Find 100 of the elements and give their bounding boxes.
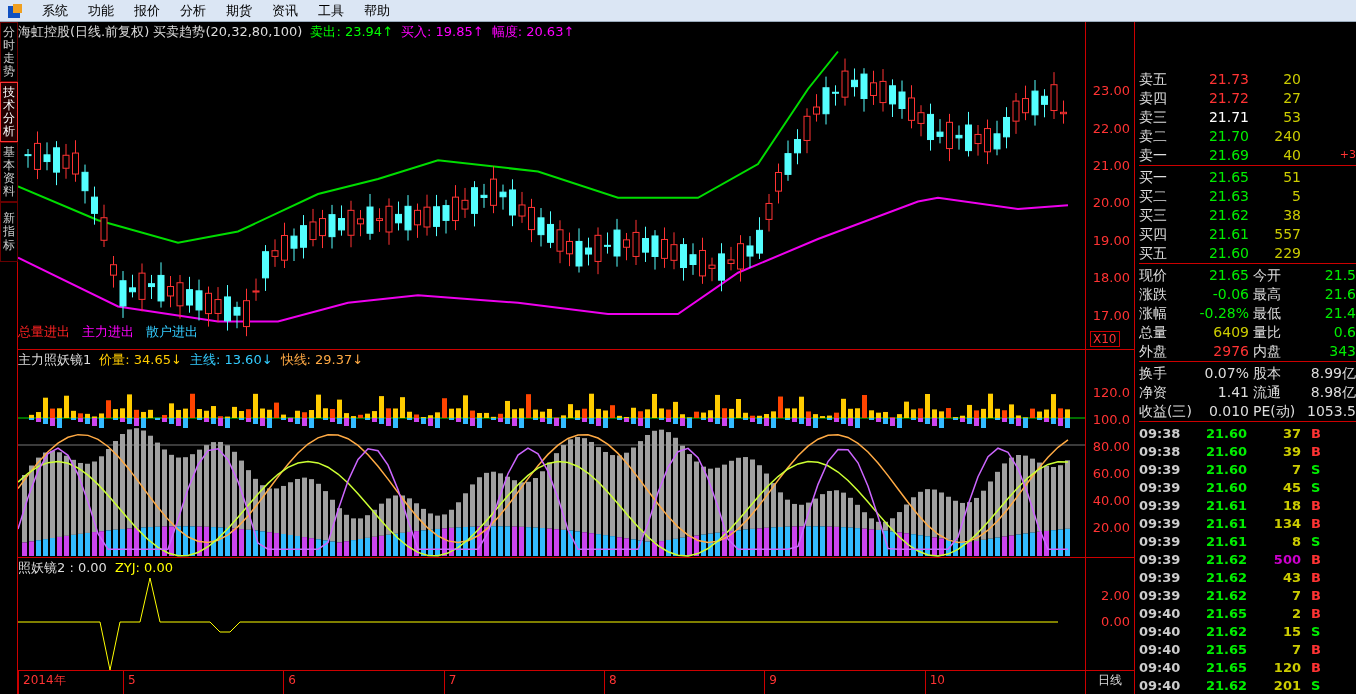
- quote-label: 最高: [1253, 286, 1282, 301]
- tick-price: 21.65: [1204, 606, 1247, 620]
- menu-item[interactable]: 功能: [88, 0, 114, 21]
- time-axis-label: 7: [443, 671, 604, 694]
- quote-value: 21.5: [1323, 267, 1356, 282]
- tick-side: B: [1311, 588, 1321, 602]
- quote-value: 1053.5: [1306, 403, 1356, 418]
- order-label: 卖二: [1139, 128, 1168, 143]
- order-volume: 27: [1282, 90, 1301, 105]
- time-axis-label: 8: [603, 671, 765, 694]
- axis-label: 20.00: [1092, 194, 1130, 212]
- tick-time: 09:39: [1139, 516, 1182, 530]
- menu-item[interactable]: 帮助: [364, 0, 390, 21]
- tick-time: 09:39: [1139, 534, 1182, 548]
- tick-side: S: [1311, 534, 1321, 548]
- side-tab[interactable]: 基本资料: [0, 142, 18, 202]
- indicator-title: 照妖镜2 : 0.00: [18, 559, 107, 577]
- quote-label: 外盘: [1139, 343, 1168, 358]
- tick-time: 09:38: [1139, 444, 1182, 458]
- tick-time: 09:39: [1139, 498, 1182, 512]
- period-label: 日线: [1085, 671, 1135, 694]
- tick-price: 21.61: [1204, 534, 1247, 548]
- quote-value: 8.98亿: [1309, 384, 1356, 399]
- menu-item[interactable]: 工具: [318, 0, 344, 21]
- order-volume: 5: [1291, 188, 1301, 203]
- menu-item[interactable]: 报价: [134, 0, 160, 21]
- tick-side: S: [1311, 480, 1321, 494]
- quote-label: 量比: [1253, 324, 1282, 339]
- tick-side: B: [1311, 606, 1321, 620]
- quote-value: 0.07%: [1203, 365, 1249, 380]
- quote-label: 净资: [1139, 384, 1168, 399]
- order-price: 21.65: [1207, 169, 1249, 184]
- order-volume: 38: [1282, 207, 1301, 222]
- tick-price: 21.62: [1204, 588, 1247, 602]
- order-volume: 51: [1282, 169, 1301, 184]
- tick-volume: 2: [1290, 606, 1301, 620]
- tick-price: 21.61: [1204, 516, 1247, 530]
- quote-value: 21.6: [1323, 286, 1356, 301]
- time-axis-label: 5: [122, 671, 284, 694]
- tick-time: 09:40: [1139, 624, 1182, 638]
- menu-item[interactable]: 分析: [180, 0, 206, 21]
- tick-volume: 201: [1272, 678, 1301, 692]
- order-volume: 40: [1282, 147, 1301, 162]
- quote-label: 总量: [1139, 324, 1168, 339]
- quote-value: 21.4: [1323, 305, 1356, 320]
- tick-price: 21.65: [1204, 660, 1247, 674]
- axis-label: 19.00: [1092, 232, 1130, 250]
- axis-label: 100.0: [1092, 411, 1130, 429]
- axis-label: 18.00: [1092, 269, 1130, 287]
- menu-item[interactable]: 资讯: [272, 0, 298, 21]
- tick-price: 21.60: [1204, 480, 1247, 494]
- order-price: 21.70: [1207, 128, 1249, 143]
- order-price: 21.71: [1207, 109, 1249, 124]
- tick-price: 21.62: [1204, 678, 1247, 692]
- side-tab[interactable]: 技术分析: [0, 82, 18, 142]
- quote-label: 现价: [1139, 267, 1168, 282]
- axis-label: 22.00: [1092, 120, 1130, 138]
- legend-label: 散户进出: [146, 323, 198, 341]
- quote-label: 涨幅: [1139, 305, 1168, 320]
- axis-label: 0.00: [1101, 613, 1130, 631]
- quote-value: -0.28%: [1198, 305, 1249, 320]
- side-tab[interactable]: 新指标: [0, 202, 18, 262]
- quote-value: 21.65: [1207, 267, 1249, 282]
- tick-volume: 7: [1290, 462, 1301, 476]
- order-price: 21.62: [1207, 207, 1249, 222]
- order-label: 买四: [1139, 226, 1168, 241]
- tick-volume: 500: [1272, 552, 1301, 566]
- tick-time: 09:39: [1139, 570, 1182, 584]
- tick-time: 09:40: [1139, 660, 1182, 674]
- quote-label: 今开: [1253, 267, 1282, 282]
- order-label: 买二: [1139, 188, 1168, 203]
- order-change: +3: [1339, 149, 1356, 160]
- tick-price: 21.60: [1204, 444, 1247, 458]
- order-price: 21.69: [1207, 147, 1249, 162]
- tick-side: S: [1311, 462, 1321, 476]
- quote-label: 涨跌: [1139, 286, 1168, 301]
- menu-item[interactable]: 系统: [42, 0, 68, 21]
- quote-label: 换手: [1139, 365, 1168, 380]
- tick-volume: 37: [1281, 426, 1301, 440]
- tick-side: B: [1311, 552, 1321, 566]
- quote-label: 收益(三): [1139, 403, 1193, 418]
- order-price: 21.61: [1207, 226, 1249, 241]
- menu-item[interactable]: 期货: [226, 0, 252, 21]
- legend-label: 总量进出: [18, 323, 70, 341]
- indicator-reading: 价量: 34.65↓: [99, 351, 182, 369]
- side-tab[interactable]: 分时走势: [0, 22, 18, 82]
- indicator-reading: 买入: 19.85↑: [401, 23, 484, 41]
- tick-time: 09:40: [1139, 606, 1182, 620]
- quote-label: 内盘: [1253, 343, 1282, 358]
- app-logo-icon: [8, 3, 22, 18]
- axis-label: 20.00: [1092, 519, 1130, 537]
- tick-volume: 8: [1290, 534, 1301, 548]
- tick-price: 21.60: [1204, 426, 1247, 440]
- tick-side: B: [1311, 444, 1321, 458]
- tick-price: 21.62: [1204, 624, 1247, 638]
- order-volume: 229: [1273, 245, 1301, 260]
- indicator-title: 主力照妖镜1: [18, 351, 92, 369]
- tick-volume: 39: [1281, 444, 1301, 458]
- order-volume: 557: [1273, 226, 1301, 241]
- order-price: 21.60: [1207, 245, 1249, 260]
